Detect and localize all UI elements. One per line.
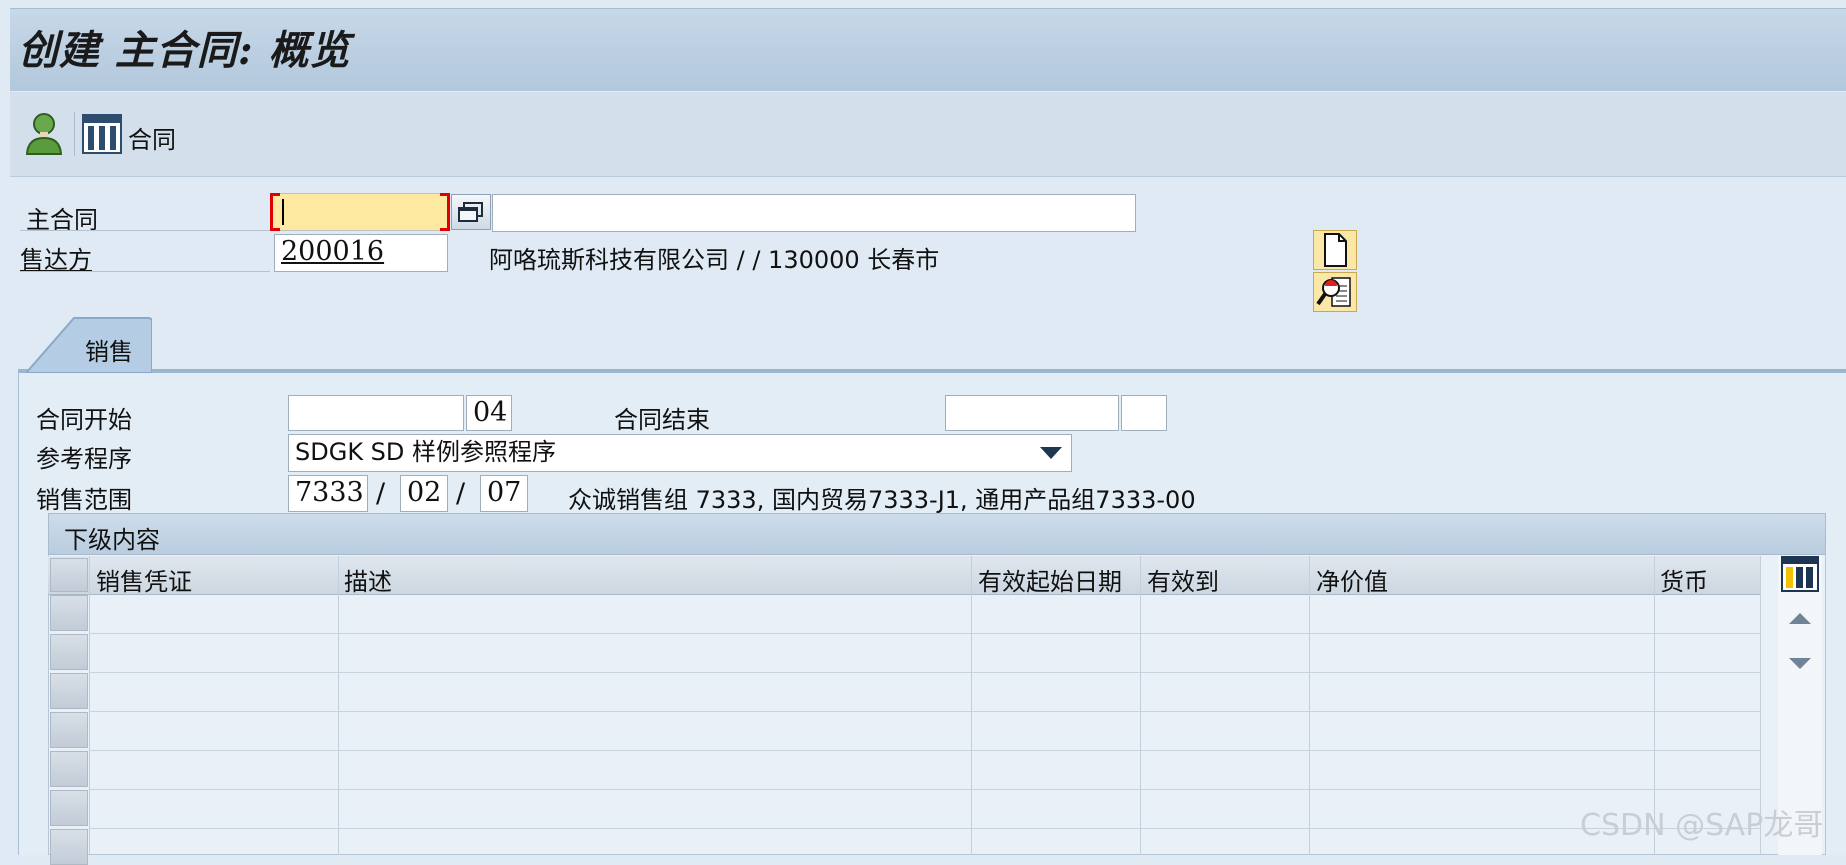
column-layout-icon xyxy=(1781,556,1819,592)
column-header-net-value[interactable]: 净价值 xyxy=(1316,562,1388,597)
row-selector[interactable] xyxy=(50,751,88,787)
contract-start-date-input[interactable] xyxy=(288,395,464,431)
label-underline xyxy=(20,230,270,231)
row-selector[interactable] xyxy=(50,829,88,865)
error-marker-right xyxy=(440,193,450,231)
scroll-up-icon[interactable] xyxy=(1789,609,1811,628)
chevron-down-icon[interactable] xyxy=(1040,446,1062,465)
column-header-currency[interactable]: 货币 xyxy=(1660,562,1708,597)
sales-org-input[interactable]: 7333 xyxy=(288,475,368,512)
reference-procedure-select[interactable]: SDGK SD 样例参照程序 xyxy=(288,434,1072,472)
scroll-down-icon[interactable] xyxy=(1789,655,1811,674)
sold-to-party-input[interactable]: 200016 xyxy=(274,234,448,272)
reference-procedure-value: SDGK SD 样例参照程序 xyxy=(295,438,557,466)
row-selector[interactable] xyxy=(50,595,88,631)
master-contract-input[interactable] xyxy=(270,193,450,231)
column-header-valid-to[interactable]: 有效到 xyxy=(1147,562,1219,597)
application-toolbar xyxy=(10,92,1846,177)
contract-end-date-input[interactable] xyxy=(945,395,1119,431)
select-all-cell[interactable] xyxy=(50,558,88,592)
column-divider xyxy=(1140,556,1141,855)
column-divider xyxy=(338,556,339,855)
contract-end-rule-input[interactable] xyxy=(1121,395,1167,431)
table-row[interactable] xyxy=(90,711,1760,712)
table-row[interactable] xyxy=(90,672,1760,673)
toolbar-contract-button[interactable]: 合同 xyxy=(128,120,176,155)
table-row[interactable] xyxy=(90,789,1760,790)
sold-to-party-label[interactable]: 售达方 xyxy=(20,240,92,275)
sales-area-separator: / xyxy=(456,478,466,509)
sales-area-separator: / xyxy=(376,478,386,509)
table-row[interactable] xyxy=(90,828,1760,829)
row-selector[interactable] xyxy=(50,790,88,826)
value-help-button[interactable] xyxy=(451,194,491,230)
display-document-button[interactable] xyxy=(1313,272,1357,312)
document-icon xyxy=(1324,233,1347,267)
window-stack-icon xyxy=(458,202,483,222)
column-divider xyxy=(89,556,90,855)
page-title: 创建 主合同: 概览 xyxy=(18,27,351,74)
table-row[interactable] xyxy=(90,633,1760,634)
column-divider xyxy=(1309,556,1310,855)
column-divider xyxy=(971,556,972,855)
sales-area-description: 众诚销售组 7333, 国内贸易7333-J1, 通用产品组7333-00 xyxy=(568,486,1196,514)
user-icon[interactable] xyxy=(24,112,64,155)
table-layout-icon[interactable] xyxy=(82,114,122,154)
watermark: CSDN @SAP龙哥 xyxy=(1580,808,1824,843)
tab-sales-label: 销售 xyxy=(85,338,133,366)
contract-end-label: 合同结束 xyxy=(614,406,710,434)
new-document-button[interactable] xyxy=(1313,230,1357,270)
division-input[interactable]: 07 xyxy=(480,475,528,512)
sold-to-party-description: 阿咯琉斯科技有限公司 / / 130000 长春市 xyxy=(489,246,940,274)
error-marker-left xyxy=(270,193,280,231)
contract-start-rule-input[interactable]: 04 xyxy=(466,395,512,431)
master-contract-description xyxy=(492,194,1136,232)
row-selector[interactable] xyxy=(50,634,88,670)
column-header-sales-document[interactable]: 销售凭证 xyxy=(96,562,192,597)
toolbar-separator xyxy=(74,112,75,156)
label-underline xyxy=(20,271,270,272)
table-header-row xyxy=(48,556,1760,595)
reference-procedure-label: 参考程序 xyxy=(36,445,132,473)
column-configuration-button[interactable] xyxy=(1781,556,1819,592)
table-title: 下级内容 xyxy=(64,526,160,554)
table-row[interactable] xyxy=(90,750,1760,751)
column-header-valid-from[interactable]: 有效起始日期 xyxy=(978,562,1122,597)
row-selector[interactable] xyxy=(50,712,88,748)
text-caret xyxy=(282,199,284,225)
table-title-bar xyxy=(48,513,1826,555)
row-selector[interactable] xyxy=(50,673,88,709)
distribution-channel-input[interactable]: 02 xyxy=(400,475,448,512)
column-header-description[interactable]: 描述 xyxy=(344,562,392,597)
contract-start-label: 合同开始 xyxy=(36,406,132,434)
magnifier-document-icon xyxy=(1316,277,1351,307)
sales-area-label: 销售范围 xyxy=(36,486,132,514)
